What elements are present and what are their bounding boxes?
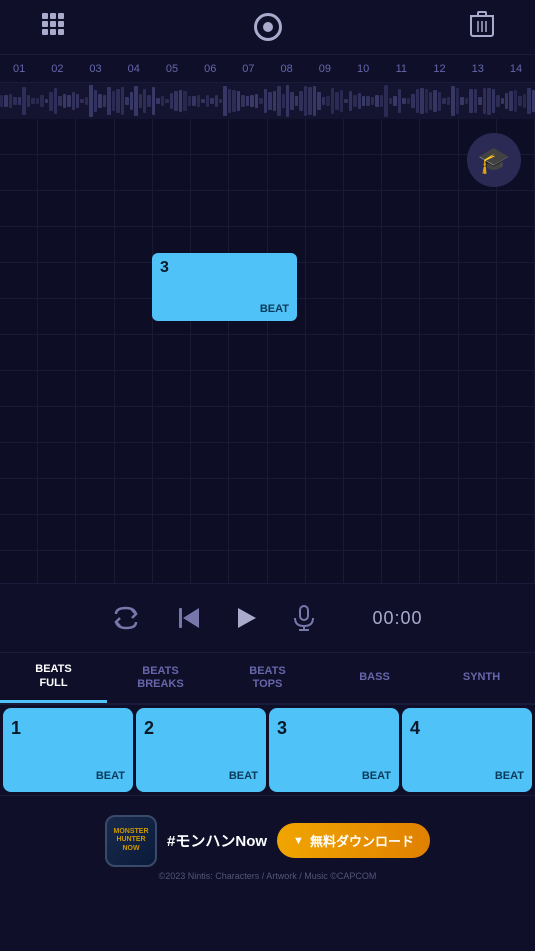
tab-beats-tops[interactable]: BEATSTOPS (214, 653, 321, 703)
banner-hashtag: #モンハンNow (167, 830, 267, 851)
grid-lines (0, 119, 535, 583)
grid-area: 3 BEAT 🎓 (0, 83, 535, 583)
delete-icon[interactable] (469, 10, 495, 44)
pad-1[interactable]: 1 BEAT (3, 708, 133, 792)
skip-back-button[interactable] (175, 604, 203, 632)
timeline-num-14: 14 (497, 63, 535, 75)
tutorial-button[interactable]: 🎓 (467, 133, 521, 187)
beat-block-number: 3 (160, 259, 289, 277)
pad-2-number: 2 (144, 718, 258, 739)
tab-synth[interactable]: SYNTH (428, 653, 535, 703)
play-triangle-icon (238, 608, 256, 628)
pad-1-number: 1 (11, 718, 125, 739)
tab-beats-breaks[interactable]: BEATSBREAKS (107, 653, 214, 703)
loop-button[interactable] (112, 604, 140, 632)
tab-bass[interactable]: BASS (321, 653, 428, 703)
play-button[interactable] (238, 608, 256, 628)
banner: MONSTERHUNTERNOW #モンハンNow 無料ダウンロード ©2023… (0, 795, 535, 885)
timeline-num-12: 12 (420, 63, 458, 75)
timeline-num-05: 05 (153, 63, 191, 75)
timeline-num-10: 10 (344, 63, 382, 75)
tab-beats-full[interactable]: BEATSFULL (0, 653, 107, 703)
banner-copyright: ©2023 Nintis: Characters / Artwork / Mus… (0, 871, 535, 881)
pad-2[interactable]: 2 BEAT (136, 708, 266, 792)
waveform-bar (0, 83, 535, 119)
timeline-num-04: 04 (115, 63, 153, 75)
timeline-num-02: 02 (38, 63, 76, 75)
transport-controls: 00:00 (0, 583, 535, 653)
timeline-num-11: 11 (382, 63, 420, 75)
timeline: 01 02 03 04 05 06 07 08 09 10 11 12 13 1… (0, 55, 535, 83)
timeline-num-01: 01 (0, 63, 38, 75)
graduation-cap-icon: 🎓 (478, 145, 510, 176)
download-button[interactable]: 無料ダウンロード (277, 823, 430, 858)
pad-3[interactable]: 3 BEAT (269, 708, 399, 792)
grid-icon[interactable] (40, 11, 66, 43)
pad-1-label: BEAT (11, 770, 125, 782)
timeline-num-03: 03 (76, 63, 114, 75)
record-icon[interactable] (254, 13, 282, 41)
pad-3-number: 3 (277, 718, 391, 739)
pad-grid: 1 BEAT 2 BEAT 3 BEAT 4 BEAT (0, 705, 535, 795)
pad-3-label: BEAT (277, 770, 391, 782)
tab-bar: BEATSFULL BEATSBREAKS BEATSTOPS BASS SYN… (0, 653, 535, 705)
beat-block-label: BEAT (160, 303, 289, 315)
timeline-num-13: 13 (459, 63, 497, 75)
microphone-button[interactable] (291, 604, 317, 632)
timeline-num-08: 08 (268, 63, 306, 75)
transport-time: 00:00 (372, 608, 422, 629)
monster-hunter-logo: MONSTERHUNTERNOW (105, 815, 157, 867)
pad-4[interactable]: 4 BEAT (402, 708, 532, 792)
timeline-num-06: 06 (191, 63, 229, 75)
toolbar (0, 0, 535, 55)
timeline-num-07: 07 (229, 63, 267, 75)
pad-4-number: 4 (410, 718, 524, 739)
timeline-num-09: 09 (306, 63, 344, 75)
pad-2-label: BEAT (144, 770, 258, 782)
beat-block[interactable]: 3 BEAT (152, 253, 297, 321)
pad-4-label: BEAT (410, 770, 524, 782)
